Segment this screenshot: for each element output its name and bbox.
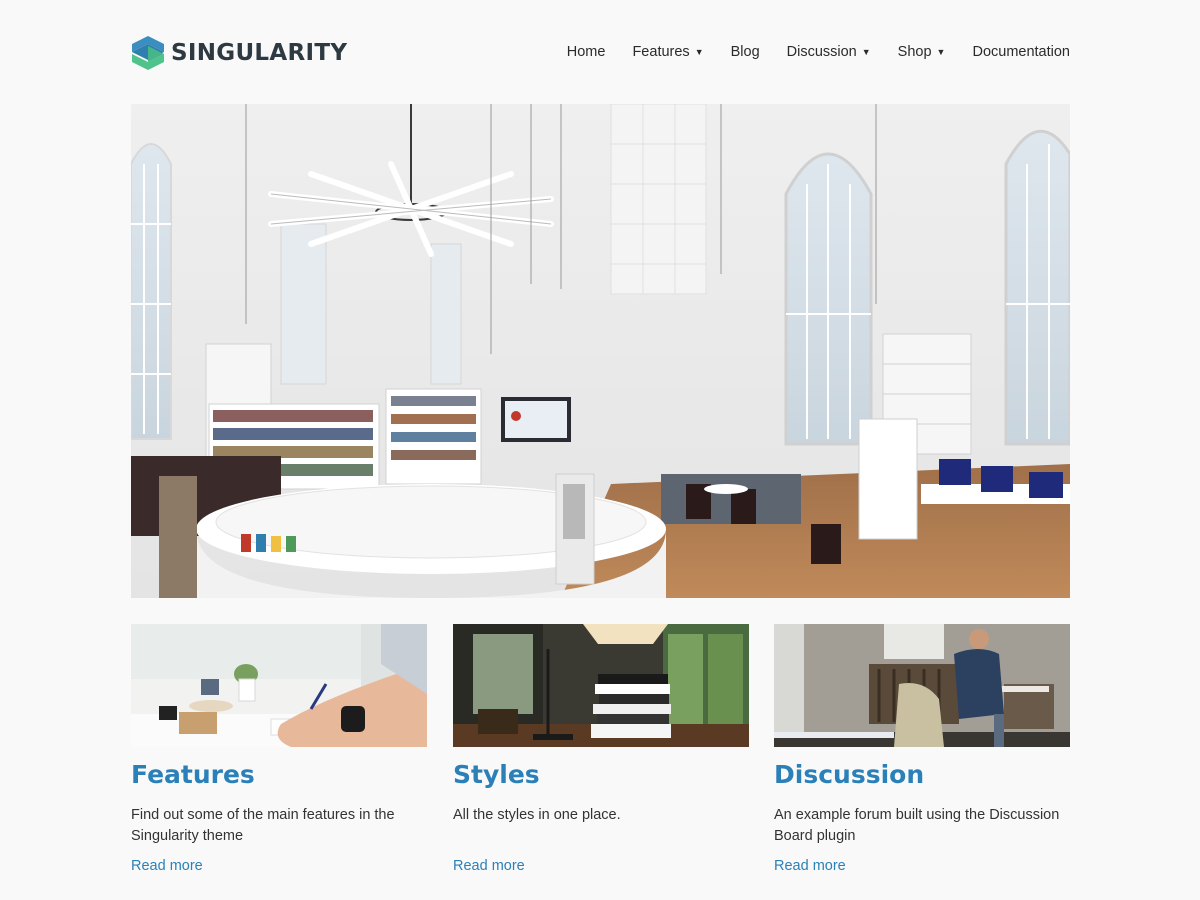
nav-features[interactable]: Features ▼ [632,44,703,60]
nav-label: Discussion [786,44,857,60]
card-description: All the styles in one place. [453,807,621,823]
card-description: An example forum built using the Discuss… [774,807,1060,844]
hero-image [131,104,1070,598]
nav-label: Features [632,44,690,60]
nav-home[interactable]: Home [567,44,606,60]
nav-label: Shop [897,44,932,60]
feature-card: Styles All the styles in one place. Read… [453,624,749,874]
card-image-person-reading[interactable] [774,624,1070,747]
nav-blog[interactable]: Blog [731,44,760,60]
nav-label: Documentation [972,44,1070,60]
nav-documentation[interactable]: Documentation [972,44,1070,60]
brand-name: SINGULARITY [171,40,348,66]
card-image-stacked-books[interactable] [453,624,749,747]
read-more-link[interactable]: Read more [131,858,427,874]
nav-shop[interactable]: Shop ▼ [898,44,946,60]
nav-discussion[interactable]: Discussion ▼ [787,44,871,60]
main-nav: Home Features ▼ Blog Discussion ▼ Shop ▼… [567,44,1070,60]
card-image-writing-desk[interactable] [131,624,427,747]
logo-mark-icon [132,36,164,70]
feature-card: Discussion An example forum built using … [774,624,1070,874]
nav-label: Home [566,44,606,60]
card-description: Find out some of the main features in th… [131,807,395,844]
nav-label: Blog [730,44,760,60]
site-logo[interactable]: SINGULARITY [131,34,347,72]
card-title[interactable]: Discussion [774,759,1070,791]
read-more-link[interactable]: Read more [774,858,1070,874]
feature-card: Features Find out some of the main featu… [131,624,427,874]
read-more-link[interactable]: Read more [453,858,749,874]
card-title[interactable]: Features [131,759,427,791]
site-header: SINGULARITY Home Features ▼ Blog Discuss… [131,34,1070,74]
caret-down-icon: ▼ [861,47,871,57]
caret-down-icon: ▼ [936,47,946,57]
caret-down-icon: ▼ [694,47,704,57]
card-title[interactable]: Styles [453,759,749,791]
